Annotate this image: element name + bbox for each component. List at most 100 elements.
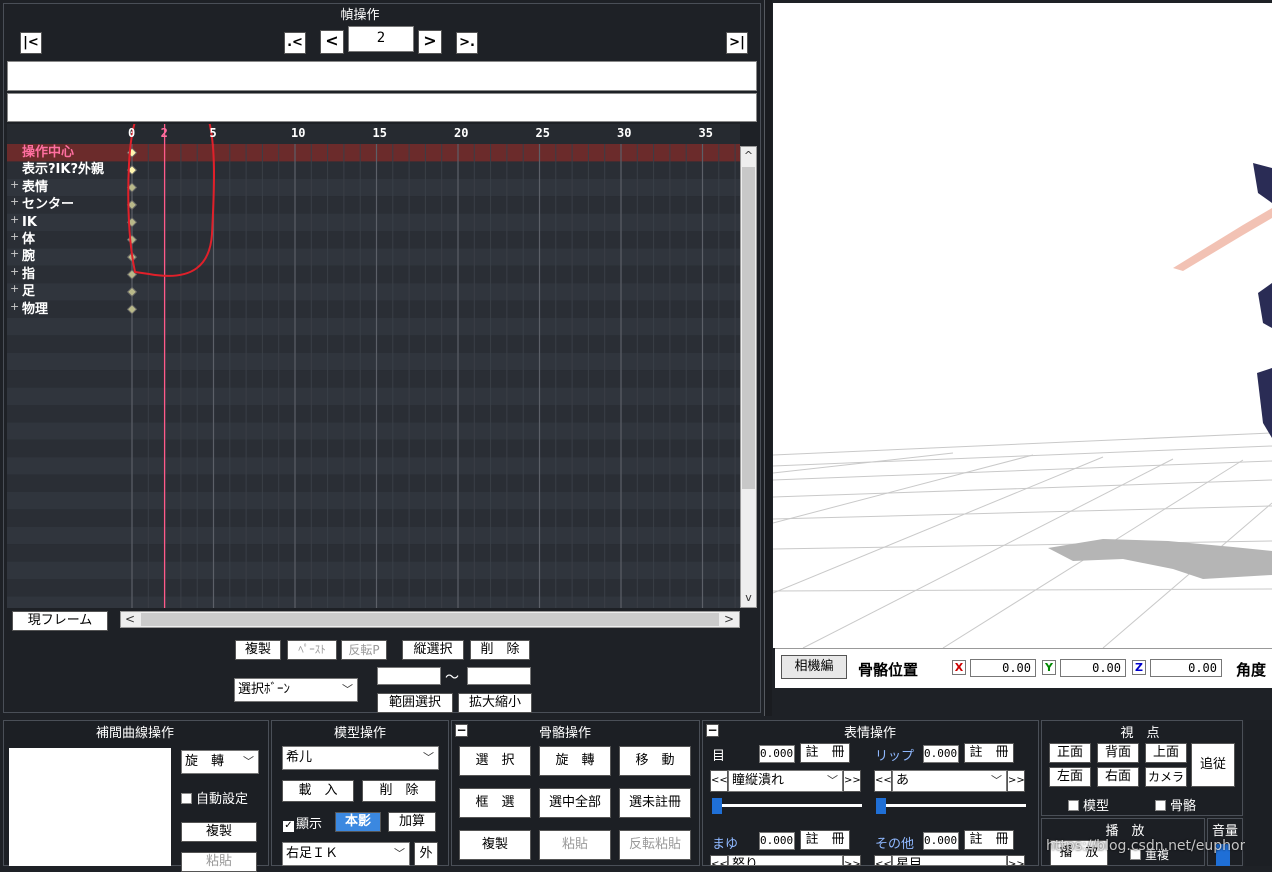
view-left-button[interactable]: 左面: [1049, 767, 1091, 787]
view-back-button[interactable]: 背面: [1097, 743, 1139, 763]
add-blend-button[interactable]: 加算: [388, 812, 436, 832]
track-label[interactable]: 体: [22, 231, 35, 248]
other-next-button[interactable]: >>: [1007, 855, 1025, 866]
x-position-input[interactable]: 0.00: [970, 659, 1036, 677]
lip-slider[interactable]: [876, 798, 1026, 816]
view-top-button[interactable]: 上面: [1145, 743, 1187, 763]
track-expand-icon[interactable]: +: [10, 247, 19, 260]
auto-setting-checkbox[interactable]: 自動設定: [181, 788, 248, 807]
load-model-button[interactable]: 載 入: [282, 780, 354, 802]
view-front-button[interactable]: 正面: [1049, 743, 1091, 763]
delete-keyframe-button[interactable]: 削 除: [470, 640, 530, 660]
bone-copy-button[interactable]: 複製: [459, 830, 531, 860]
range-start-input[interactable]: [377, 667, 441, 685]
range-select-button[interactable]: 範囲選択: [377, 693, 453, 713]
eye-register-button[interactable]: 註 冊: [800, 743, 850, 763]
range-end-input[interactable]: [467, 667, 531, 685]
last-frame-button[interactable]: >|: [726, 32, 748, 54]
track-expand-icon[interactable]: +: [10, 282, 19, 295]
prev-key-button[interactable]: .<: [284, 32, 306, 54]
track-expand-icon[interactable]: +: [10, 300, 19, 313]
lip-value-input[interactable]: 0.000: [923, 745, 959, 763]
track-expand-icon[interactable]: +: [10, 195, 19, 208]
interp-copy-button[interactable]: 複製: [181, 822, 257, 842]
track-label[interactable]: 足: [22, 283, 35, 300]
morph-panel-collapse-button[interactable]: −: [706, 724, 719, 737]
bone-select-dropdown[interactable]: 選択ﾎﾞｰﾝ ﹀: [234, 678, 358, 702]
track-label[interactable]: 腕: [22, 248, 35, 265]
track-label[interactable]: 表情: [22, 179, 48, 196]
delete-model-button[interactable]: 削 除: [362, 780, 436, 802]
interp-paste-button[interactable]: 粘貼: [181, 852, 257, 872]
track-label[interactable]: 物理: [22, 301, 48, 318]
track-label[interactable]: センター: [22, 196, 74, 213]
timeline-vscroll[interactable]: ^ v: [740, 146, 757, 608]
track-expand-icon[interactable]: +: [10, 178, 19, 191]
viewport-3d[interactable]: [773, 3, 1272, 648]
scroll-up-button[interactable]: ^: [741, 147, 756, 165]
select-unregistered-button[interactable]: 選未註冊: [619, 788, 691, 818]
hscroll-thumb[interactable]: [141, 613, 719, 626]
timeline[interactable]: [7, 124, 740, 608]
eye-value-input[interactable]: 0.000: [759, 745, 795, 763]
bone-select-button[interactable]: 選 択: [459, 746, 531, 776]
scroll-down-button[interactable]: v: [741, 589, 756, 607]
shadow-button[interactable]: 本影: [335, 812, 381, 832]
follow-button[interactable]: 追従: [1191, 743, 1235, 787]
scroll-right-button[interactable]: >: [724, 612, 734, 627]
eye-slider-thumb[interactable]: [712, 798, 722, 814]
current-frame-button[interactable]: 現フレーム: [12, 611, 108, 631]
prev-frame-button[interactable]: <: [320, 30, 344, 54]
vscroll-thumb[interactable]: [742, 167, 755, 489]
eye-morph-dropdown[interactable]: 瞳縦潰れ ﹀: [728, 770, 843, 792]
other-value-input[interactable]: 0.000: [923, 832, 959, 850]
brow-morph-dropdown[interactable]: 怒り: [728, 855, 843, 866]
lip-slider-thumb[interactable]: [876, 798, 886, 814]
copy-button[interactable]: 複製: [235, 640, 281, 660]
track-label[interactable]: 操作中心: [22, 144, 74, 161]
model-select-dropdown[interactable]: 希儿 ﹀: [282, 746, 439, 770]
brow-register-button[interactable]: 註 冊: [800, 830, 850, 850]
bone-panel-collapse-button[interactable]: −: [455, 724, 468, 737]
lip-register-button[interactable]: 註 冊: [964, 743, 1014, 763]
track-expand-icon[interactable]: +: [10, 213, 19, 226]
track-label[interactable]: 指: [22, 266, 35, 283]
brow-next-button[interactable]: >>: [843, 855, 861, 866]
box-select-button[interactable]: 框 選: [459, 788, 531, 818]
other-register-button[interactable]: 註 冊: [964, 830, 1014, 850]
lip-morph-dropdown[interactable]: あ ﹀: [892, 770, 1007, 792]
select-all-button[interactable]: 選中全部: [539, 788, 611, 818]
track-expand-icon[interactable]: +: [10, 230, 19, 243]
view-camera-button[interactable]: カメラ: [1145, 767, 1187, 787]
z-position-input[interactable]: 0.00: [1150, 659, 1222, 677]
bone-move-button[interactable]: 移 動: [619, 746, 691, 776]
next-key-button[interactable]: >.: [456, 32, 478, 54]
view-right-button[interactable]: 右面: [1097, 767, 1139, 787]
paste-button[interactable]: ﾍﾟｰｽﾄ: [287, 640, 337, 660]
next-frame-button[interactable]: >: [418, 30, 442, 54]
model-visible-checkbox[interactable]: 模型: [1068, 795, 1109, 814]
display-checkbox[interactable]: ✓ 顯示: [283, 813, 322, 832]
track-label[interactable]: IK: [22, 214, 37, 231]
other-morph-dropdown[interactable]: 星目: [892, 855, 1007, 866]
lip-next-button[interactable]: >>: [1007, 770, 1025, 792]
reverse-paste-button[interactable]: 反転P: [341, 640, 387, 660]
bone-rotate-button[interactable]: 旋 轉: [539, 746, 611, 776]
interp-mode-dropdown[interactable]: 旋 轉 ﹀: [181, 750, 259, 774]
bone-reverse-paste-button[interactable]: 反転粘貼: [619, 830, 691, 860]
scale-button[interactable]: 拡大縮小: [458, 693, 532, 713]
timeline-hscroll[interactable]: < >: [120, 611, 740, 628]
eye-slider[interactable]: [712, 798, 862, 816]
scroll-left-button[interactable]: <: [125, 612, 135, 627]
track-expand-icon[interactable]: +: [10, 265, 19, 278]
vertical-select-button[interactable]: 縦選択: [402, 640, 464, 660]
other-prev-button[interactable]: <<: [874, 855, 892, 866]
y-position-input[interactable]: 0.00: [1060, 659, 1126, 677]
outer-parent-button[interactable]: 外: [414, 842, 438, 866]
eye-next-button[interactable]: >>: [843, 770, 861, 792]
lip-prev-button[interactable]: <<: [874, 770, 892, 792]
camera-edit-button[interactable]: 相機編: [781, 655, 847, 679]
frame-number-input[interactable]: 2: [348, 26, 414, 52]
brow-prev-button[interactable]: <<: [710, 855, 728, 866]
first-frame-button[interactable]: |<: [20, 32, 42, 54]
